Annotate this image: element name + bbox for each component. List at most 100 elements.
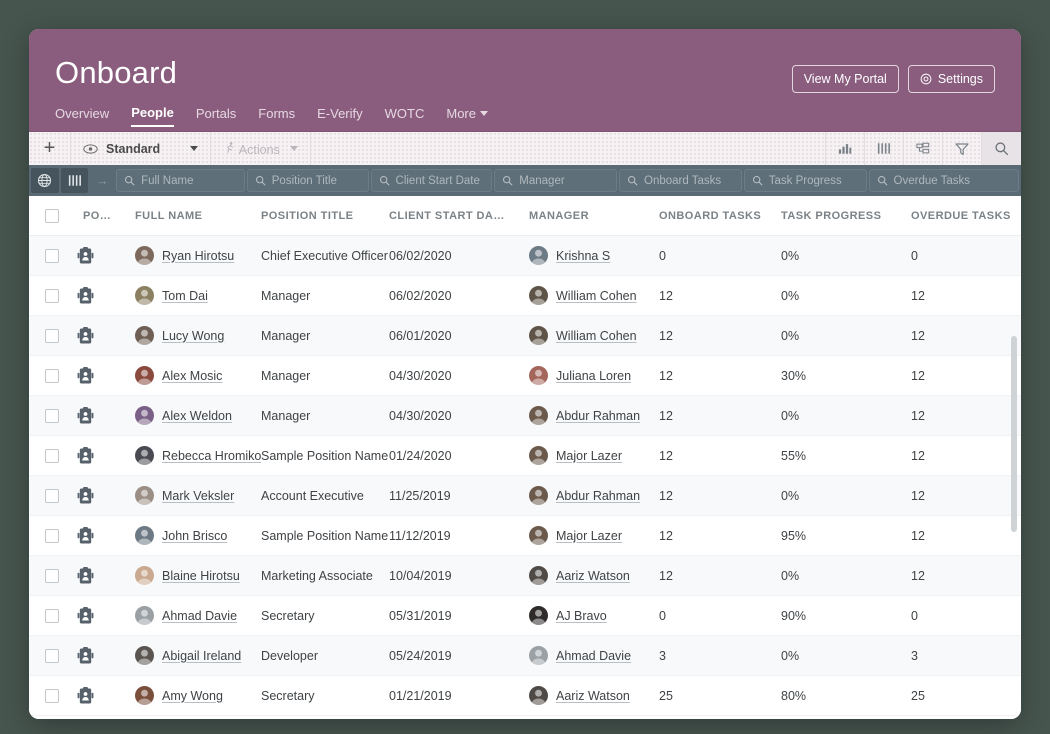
portal-badge-icon[interactable] bbox=[77, 646, 94, 665]
manager-link[interactable]: Major Lazer bbox=[556, 449, 622, 463]
portal-cell[interactable] bbox=[67, 235, 119, 276]
vertical-scrollbar[interactable] bbox=[1011, 336, 1017, 532]
row-checkbox[interactable] bbox=[45, 288, 59, 303]
settings-button[interactable]: Settings bbox=[907, 65, 995, 93]
portal-badge-icon[interactable] bbox=[77, 686, 94, 705]
filter-columns-icon[interactable] bbox=[60, 168, 89, 193]
row-checkbox[interactable] bbox=[45, 488, 59, 503]
table-row[interactable]: Alex Weldon Manager 04/30/2020 Abdur Rahman… bbox=[29, 395, 1021, 436]
add-record-button[interactable]: + bbox=[29, 132, 71, 165]
nav-item-forms[interactable]: Forms bbox=[258, 105, 295, 127]
portal-badge-icon[interactable] bbox=[77, 366, 94, 385]
full-name-link[interactable]: Ryan Hirotsu bbox=[162, 249, 234, 263]
portal-badge-icon[interactable] bbox=[77, 446, 94, 465]
manager-link[interactable]: AJ Bravo bbox=[556, 609, 607, 623]
actions-menu[interactable]: Actions bbox=[211, 132, 311, 165]
chart-view-button[interactable] bbox=[826, 132, 865, 165]
portal-badge-icon[interactable] bbox=[77, 406, 94, 425]
row-checkbox[interactable] bbox=[45, 408, 59, 423]
column-header-onboard-tasks[interactable]: ONBOARD TASKS bbox=[659, 196, 781, 236]
filter-input-overdue-tasks[interactable]: Overdue Tasks bbox=[868, 169, 1019, 192]
portal-cell[interactable] bbox=[67, 595, 119, 636]
table-row[interactable]: Mark Veksler Account Executive 11/25/2019 A… bbox=[29, 475, 1021, 516]
filter-input-task-progress[interactable]: Task Progress bbox=[743, 169, 867, 192]
table-row[interactable]: Lucy Wong Manager 06/01/2020 William Cohen 1… bbox=[29, 315, 1021, 356]
nav-item-more[interactable]: More bbox=[446, 105, 488, 127]
full-name-link[interactable]: Alex Weldon bbox=[162, 409, 232, 423]
full-name-link[interactable]: Tom Dai bbox=[162, 289, 208, 303]
portal-cell[interactable] bbox=[67, 555, 119, 596]
portal-badge-icon[interactable] bbox=[77, 526, 94, 545]
column-header-task-progress[interactable]: TASK PROGRESS bbox=[781, 196, 911, 236]
portal-badge-icon[interactable] bbox=[77, 286, 94, 305]
filter-button[interactable] bbox=[943, 132, 982, 165]
portal-badge-icon[interactable] bbox=[77, 486, 94, 505]
full-name-link[interactable]: Lucy Wong bbox=[162, 329, 224, 343]
manager-link[interactable]: William Cohen bbox=[556, 289, 637, 303]
row-checkbox[interactable] bbox=[45, 368, 59, 383]
portal-cell[interactable] bbox=[67, 515, 119, 556]
row-checkbox[interactable] bbox=[45, 448, 59, 463]
full-name-link[interactable]: John Brisco bbox=[162, 529, 227, 543]
portal-cell[interactable] bbox=[67, 475, 119, 516]
portal-badge-icon[interactable] bbox=[77, 246, 94, 265]
manager-link[interactable]: Aariz Watson bbox=[556, 569, 630, 583]
full-name-link[interactable]: Rebecca Hromiko bbox=[162, 449, 261, 463]
table-row[interactable]: Alex Mosic Manager 04/30/2020 Juliana Loren… bbox=[29, 355, 1021, 396]
filter-input-onboard-tasks[interactable]: Onboard Tasks bbox=[619, 169, 742, 192]
column-header-full-name[interactable]: FULL NAME bbox=[119, 196, 261, 236]
filter-input-client-start-date[interactable]: Client Start Date bbox=[370, 169, 493, 192]
column-header-client-start-date[interactable]: CLIENT START DA… bbox=[389, 196, 513, 236]
column-header-position-title[interactable]: POSITION TITLE bbox=[261, 196, 389, 236]
table-row[interactable]: John Brisco Sample Position Name 11/12/201… bbox=[29, 515, 1021, 556]
nav-item-e-verify[interactable]: E-Verify bbox=[317, 105, 363, 127]
portal-cell[interactable] bbox=[67, 315, 119, 356]
filter-input-manager[interactable]: Manager bbox=[494, 169, 618, 192]
row-checkbox[interactable] bbox=[45, 568, 59, 583]
nav-item-portals[interactable]: Portals bbox=[196, 105, 236, 127]
table-row[interactable]: Blaine Hirotsu Marketing Associate 10/04/2… bbox=[29, 555, 1021, 596]
nav-item-wotc[interactable]: WOTC bbox=[385, 105, 425, 127]
globe-icon[interactable] bbox=[31, 168, 59, 193]
table-row[interactable]: Tom Dai Manager 06/02/2020 William Cohen 12 0… bbox=[29, 275, 1021, 316]
manager-link[interactable]: Krishna S bbox=[556, 249, 610, 263]
portal-cell[interactable] bbox=[67, 675, 119, 716]
manager-link[interactable]: Aariz Watson bbox=[556, 689, 630, 703]
column-header-portal[interactable]: PORTAL bbox=[67, 196, 119, 236]
columns-settings-button[interactable] bbox=[865, 132, 904, 165]
full-name-link[interactable]: Abigail Ireland bbox=[162, 649, 241, 663]
manager-link[interactable]: Juliana Loren bbox=[556, 369, 631, 383]
table-row[interactable]: Rebecca Hromiko Sample Position Name 01/24… bbox=[29, 435, 1021, 476]
expand-arrow-icon[interactable]: → bbox=[90, 173, 114, 188]
portal-badge-icon[interactable] bbox=[77, 566, 94, 585]
table-row[interactable]: Abigail Ireland Developer 05/24/2019 Ahmad … bbox=[29, 635, 1021, 676]
full-name-link[interactable]: Ahmad Davie bbox=[162, 609, 237, 623]
table-row[interactable]: Amy Wong Secretary 01/21/2019 Aariz Watson 2… bbox=[29, 675, 1021, 716]
view-selector[interactable]: Standard bbox=[71, 132, 211, 165]
table-row[interactable]: Ahmad Davie Secretary 05/31/2019 AJ Bravo 0 9… bbox=[29, 595, 1021, 636]
portal-cell[interactable] bbox=[67, 635, 119, 676]
row-checkbox[interactable] bbox=[45, 248, 59, 263]
manager-link[interactable]: William Cohen bbox=[556, 329, 637, 343]
nav-item-overview[interactable]: Overview bbox=[55, 105, 109, 127]
select-all-checkbox[interactable] bbox=[45, 209, 59, 223]
group-by-button[interactable] bbox=[904, 132, 943, 165]
manager-link[interactable]: Ahmad Davie bbox=[556, 649, 631, 663]
table-row[interactable]: Ryan Hirotsu Chief Executive Officer 06/02… bbox=[29, 235, 1021, 276]
portal-badge-icon[interactable] bbox=[77, 326, 94, 345]
portal-badge-icon[interactable] bbox=[77, 606, 94, 625]
manager-link[interactable]: Major Lazer bbox=[556, 529, 622, 543]
row-checkbox[interactable] bbox=[45, 648, 59, 663]
row-checkbox[interactable] bbox=[45, 688, 59, 703]
view-my-portal-button[interactable]: View My Portal bbox=[791, 65, 899, 93]
portal-cell[interactable] bbox=[67, 395, 119, 436]
column-header-manager[interactable]: MANAGER bbox=[513, 196, 659, 236]
portal-cell[interactable] bbox=[67, 275, 119, 316]
column-header-overdue-tasks[interactable]: OVERDUE TASKS bbox=[911, 196, 1021, 236]
search-button[interactable] bbox=[982, 132, 1021, 165]
nav-item-people[interactable]: People bbox=[131, 105, 174, 127]
filter-input-full-name[interactable]: Full Name bbox=[116, 169, 245, 192]
row-checkbox[interactable] bbox=[45, 328, 59, 343]
portal-cell[interactable] bbox=[67, 435, 119, 476]
row-checkbox[interactable] bbox=[45, 528, 59, 543]
